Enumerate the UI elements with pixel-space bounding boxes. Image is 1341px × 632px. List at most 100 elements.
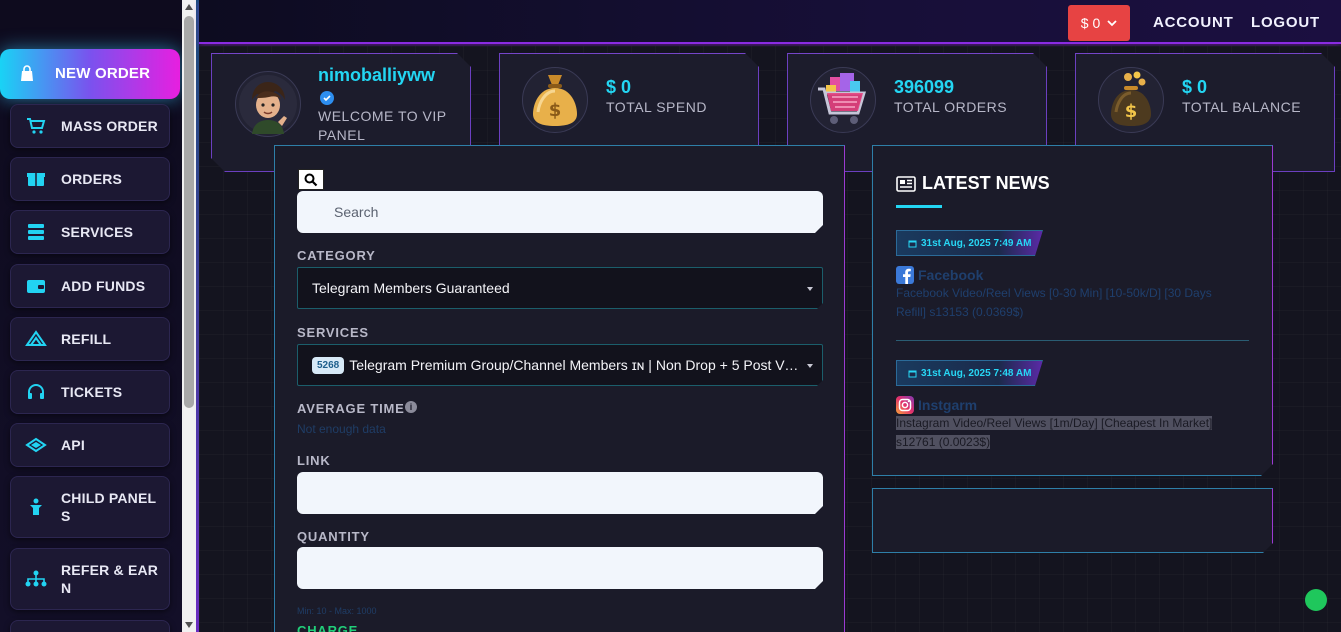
news-source: Instgarm (896, 396, 977, 414)
chevron-down-icon (1107, 19, 1117, 26)
link-field[interactable] (297, 472, 823, 514)
api-icon (25, 436, 47, 454)
news-source: Facebook (896, 266, 983, 284)
sidebar-item-label: CHILD PANEL S (61, 490, 157, 524)
refill-icon (25, 330, 47, 348)
total-balance-value: $ 0 (1182, 77, 1208, 97)
avatar (235, 71, 301, 137)
service-selected-value: Telegram Premium Group/Channel Members ɪ… (349, 357, 796, 373)
quantity-min-max: Min: 10 - Max: 1000 (297, 606, 377, 616)
sidebar-item-label: MASS ORDER (61, 118, 158, 134)
news-text: Facebook Video/Reel Views [0-30 Min] [10… (896, 286, 1212, 319)
money-bag-icon: $ (522, 67, 588, 133)
total-balance-label: TOTAL BALANCE (1182, 99, 1302, 115)
profile-username: nimoballiyww (318, 65, 436, 85)
quantity-label: QUANTITY (297, 529, 370, 544)
category-label: CATEGORY (297, 248, 376, 263)
total-spend-label: TOTAL SPEND (606, 99, 707, 115)
link-input[interactable] (297, 472, 823, 514)
sidebar: NEW ORDER MASS ORDER ORDERS SERVICES ADD… (0, 0, 182, 632)
sidebar-item-label: REFER & EAR N (61, 562, 159, 596)
news-divider (896, 340, 1249, 341)
money-bag-icon: $ (1098, 67, 1164, 133)
average-time-value: Not enough data (297, 422, 386, 436)
charge-label: CHARGE (297, 623, 359, 632)
scroll-up-arrow-icon[interactable] (185, 4, 193, 10)
total-orders-value: 396099 (894, 77, 955, 97)
sidebar-item-services[interactable]: SERVICES (10, 210, 170, 254)
sidebar-item-refer-earn[interactable]: REFER & EAR N (10, 548, 170, 610)
sidebar-item-mass-order[interactable]: MASS ORDER (10, 104, 170, 148)
svg-text:$: $ (549, 100, 562, 121)
new-order-form: CATEGORY Telegram Members Guaranteed SER… (274, 145, 845, 632)
balance-value: $ 0 (1080, 15, 1101, 31)
wallet-icon (25, 277, 47, 295)
child-panel-icon (25, 498, 47, 516)
news-date: 31st Aug, 2025 7:49 AM (921, 237, 1032, 249)
facebook-icon (896, 266, 914, 284)
caret-down-icon (807, 287, 813, 291)
sidebar-item-label: API (61, 437, 85, 453)
category-selected-value: Telegram Members Guaranteed (312, 280, 510, 296)
caret-down-icon (807, 364, 813, 368)
sidebar-item-tickets[interactable]: TICKETS (10, 370, 170, 414)
search-input[interactable] (297, 191, 823, 233)
balance-dropdown-button[interactable]: $ 0 (1068, 5, 1130, 41)
link-label: LINK (297, 453, 331, 468)
sidebar-item-more[interactable] (10, 620, 170, 632)
news-date-badge: 31st Aug, 2025 7:48 AM (896, 360, 1043, 386)
shopping-bag-icon (16, 65, 38, 83)
services-select[interactable]: 5268 Telegram Premium Group/Channel Memb… (297, 344, 823, 386)
news-title: LATEST NEWS (922, 173, 1050, 193)
sidebar-item-refill[interactable]: REFILL (10, 317, 170, 361)
server-icon (25, 223, 47, 241)
news-source-name: Instgarm (918, 397, 978, 413)
sidebar-item-new-order[interactable]: NEW ORDER (0, 49, 180, 99)
total-spend-value: $ 0 (606, 77, 632, 97)
news-source-name: Facebook (918, 267, 984, 283)
logout-link[interactable]: LOGOUT (1251, 14, 1320, 31)
network-icon (25, 570, 47, 588)
category-select[interactable]: Telegram Members Guaranteed (297, 267, 823, 309)
sidebar-item-label: ORDERS (61, 171, 123, 187)
headset-icon (25, 383, 47, 401)
box-icon (25, 170, 47, 188)
sidebar-item-label: ADD FUNDS (61, 278, 146, 294)
info-icon[interactable]: i (405, 401, 417, 413)
service-id-badge: 5268 (312, 357, 344, 374)
sidebar-item-api[interactable]: API (10, 423, 170, 467)
svg-text:$: $ (1125, 101, 1138, 122)
average-time-label: AVERAGE TIME (297, 401, 405, 416)
sidebar-item-child-panels[interactable]: CHILD PANEL S (10, 476, 170, 538)
search-icon[interactable] (298, 169, 324, 190)
welcome-text: WELCOME TO VIP PANEL (318, 108, 447, 143)
news-date: 31st Aug, 2025 7:48 AM (921, 367, 1032, 379)
total-orders-label: TOTAL ORDERS (894, 99, 1008, 115)
scrollbar-thumb[interactable] (184, 16, 194, 408)
news-text: Instagram Video/Reel Views [1m/Day] [Che… (896, 414, 1236, 452)
services-label: SERVICES (297, 325, 369, 340)
news-text-highlighted: Instagram Video/Reel Views [1m/Day] [Che… (896, 416, 1213, 449)
cart-icon (25, 117, 47, 135)
calendar-icon (908, 369, 917, 378)
sidebar-item-label: NEW ORDER (55, 65, 151, 82)
sidebar-item-label: TICKETS (61, 384, 123, 400)
search-field[interactable] (297, 191, 823, 233)
sidebar-item-label: REFILL (61, 331, 112, 347)
news-title-underline (896, 205, 942, 208)
account-link[interactable]: ACCOUNT (1153, 14, 1234, 31)
sidebar-scrollbar[interactable] (182, 0, 196, 632)
quantity-input[interactable] (297, 547, 823, 589)
quantity-field[interactable] (297, 547, 823, 589)
sidebar-item-orders[interactable]: ORDERS (10, 157, 170, 201)
news-date-badge: 31st Aug, 2025 7:49 AM (896, 230, 1043, 256)
empty-panel (872, 488, 1273, 553)
latest-news-panel: LATEST NEWS 31st Aug, 2025 7:49 AM Faceb… (872, 145, 1273, 476)
scroll-down-arrow-icon[interactable] (185, 622, 193, 628)
shopping-cart-icon (810, 67, 876, 133)
calendar-icon (908, 239, 917, 248)
sidebar-item-label: SERVICES (61, 224, 134, 240)
sidebar-item-add-funds[interactable]: ADD FUNDS (10, 264, 170, 308)
online-status-dot[interactable] (1305, 589, 1327, 611)
newspaper-icon (896, 176, 916, 192)
